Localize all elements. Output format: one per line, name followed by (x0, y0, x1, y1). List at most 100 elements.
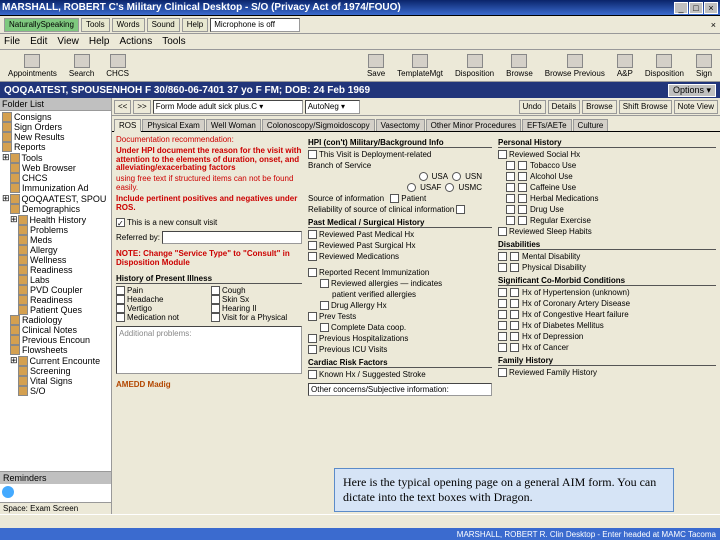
menu-actions[interactable]: Actions (119, 36, 152, 47)
chk-stroke[interactable] (308, 370, 317, 379)
dragon-sound-button[interactable]: Sound (147, 18, 180, 32)
tb-browseprev[interactable]: Browse Previous (541, 53, 609, 79)
tree-item[interactable]: Readiness (17, 265, 110, 275)
chk-skinsx[interactable] (211, 295, 220, 304)
nav-browse-button[interactable]: Browse (582, 100, 617, 114)
nav-noteview-button[interactable]: Note View (674, 100, 718, 114)
tree-item[interactable]: Flowsheets (9, 345, 110, 355)
tab-efts[interactable]: EFTs/AETe (522, 119, 572, 131)
chk-pain[interactable] (116, 286, 125, 295)
chk-ca-y[interactable] (498, 343, 507, 352)
nav-undo-button[interactable]: Undo (519, 100, 546, 114)
tree-item[interactable]: S/O (17, 386, 110, 396)
tree-item[interactable]: ⊞QOQAATEST, SPOU (1, 193, 110, 204)
tab-wellwoman[interactable]: Well Woman (206, 119, 261, 131)
menu-help[interactable]: Help (89, 36, 110, 47)
chk-dm-n[interactable] (510, 321, 519, 330)
chk-caffeine-y[interactable] (506, 183, 515, 192)
chk-src[interactable] (390, 194, 399, 203)
chk-revmeds[interactable] (308, 252, 317, 261)
other-concerns-input[interactable] (308, 383, 492, 396)
chk-tobacco-n[interactable] (518, 161, 527, 170)
chk-chf-n[interactable] (510, 310, 519, 319)
nav-shiftbrowse-button[interactable]: Shift Browse (619, 100, 672, 114)
tb-anp[interactable]: A&P (613, 53, 637, 79)
tree-item[interactable]: PVD Coupler (17, 285, 110, 295)
chk-hearing[interactable] (211, 304, 220, 313)
tb-templatemgt[interactable]: TemplateMgt (393, 53, 447, 79)
nav-details-button[interactable]: Details (548, 100, 580, 114)
tree-item[interactable]: Reports (1, 142, 110, 152)
chk-complete[interactable] (320, 323, 329, 332)
chk-exercise-y[interactable] (506, 216, 515, 225)
tree-item[interactable]: Meds (17, 235, 110, 245)
nav-back-button[interactable]: << (114, 100, 131, 114)
chk-vertigo[interactable] (116, 304, 125, 313)
tree-item[interactable]: Demographics (9, 204, 110, 214)
tb-chcs[interactable]: CHCS (102, 53, 133, 79)
chk-herbal-n[interactable] (518, 194, 527, 203)
tree-item[interactable]: Clinical Notes (9, 325, 110, 335)
tree-item[interactable]: ⊞Health History (9, 214, 110, 225)
tree-item[interactable]: Allergy (17, 245, 110, 255)
nav-fwd-button[interactable]: >> (133, 100, 150, 114)
tree-item[interactable]: Consigns (1, 112, 110, 122)
chk-allergy1[interactable] (320, 279, 329, 288)
chk-socialhx[interactable] (498, 150, 507, 159)
radio-usmc[interactable] (445, 183, 454, 192)
chk-phys-y[interactable] (498, 263, 507, 272)
tree-item[interactable]: CHCS (9, 173, 110, 183)
chk-herbal-y[interactable] (506, 194, 515, 203)
chk-previcu[interactable] (308, 345, 317, 354)
menu-file[interactable]: File (4, 36, 20, 47)
tree-item[interactable]: Immunization Ad (9, 183, 110, 193)
chk-dep-y[interactable] (498, 332, 507, 341)
radio-usa[interactable] (419, 172, 428, 181)
dragon-words-button[interactable]: Words (112, 18, 145, 32)
chk-fh[interactable] (498, 368, 507, 377)
chk-prevtests[interactable] (308, 312, 317, 321)
tree-item[interactable]: Readiness (17, 295, 110, 305)
dragon-tools-button[interactable]: Tools (81, 18, 110, 32)
tab-vasectomy[interactable]: Vasectomy (376, 119, 425, 131)
folder-tree[interactable]: Consigns Sign Orders New Results Reports… (0, 111, 111, 471)
autoneg-combo[interactable]: AutoNeg ▾ (305, 100, 360, 114)
menu-tools[interactable]: Tools (162, 36, 185, 47)
tree-item[interactable]: New Results (1, 132, 110, 142)
chk-htn-n[interactable] (510, 288, 519, 297)
form-mode-combo[interactable]: Form Mode adult sick plus.C ▾ (153, 100, 303, 114)
dragon-help-button[interactable]: Help (182, 18, 208, 32)
chk-drughx[interactable] (320, 301, 329, 310)
referred-input[interactable] (162, 231, 302, 244)
tb-search[interactable]: Search (65, 53, 98, 79)
tree-item[interactable]: Labs (17, 275, 110, 285)
chk-alcohol-y[interactable] (506, 172, 515, 181)
tree-item[interactable]: Vital Signs (17, 376, 110, 386)
chk-cad-n[interactable] (510, 299, 519, 308)
chk-drug-y[interactable] (506, 205, 515, 214)
chk-mental-y[interactable] (498, 252, 507, 261)
chk-immun[interactable] (308, 268, 317, 277)
tree-item[interactable]: ⊞Current Encounte (9, 355, 110, 366)
minimize-button[interactable]: _ (674, 2, 688, 14)
chk-prevhosp[interactable] (308, 334, 317, 343)
tab-minorproc[interactable]: Other Minor Procedures (426, 119, 521, 131)
dragon-close-button[interactable]: × (711, 20, 716, 30)
tree-item[interactable]: Radiology (9, 315, 110, 325)
patient-options-button[interactable]: Options ▾ (668, 84, 716, 97)
tab-culture[interactable]: Culture (573, 119, 609, 131)
addl-problems-textarea[interactable]: Additional problems: (116, 326, 302, 374)
dragon-naturallyspeaking-button[interactable]: NaturallySpeaking (4, 18, 79, 32)
chk-chf-y[interactable] (498, 310, 507, 319)
chk-reliability[interactable] (456, 205, 465, 214)
tree-item[interactable]: Previous Encoun (9, 335, 110, 345)
chk-htn-y[interactable] (498, 288, 507, 297)
chk-physical[interactable] (211, 313, 220, 322)
chk-exercise-n[interactable] (518, 216, 527, 225)
tab-pe[interactable]: Physical Exam (142, 119, 204, 131)
chk-psh[interactable] (308, 241, 317, 250)
tb-browse[interactable]: Browse (502, 53, 537, 79)
tree-item[interactable]: Sign Orders (1, 122, 110, 132)
chk-dep-n[interactable] (510, 332, 519, 341)
chk-pmh[interactable] (308, 230, 317, 239)
